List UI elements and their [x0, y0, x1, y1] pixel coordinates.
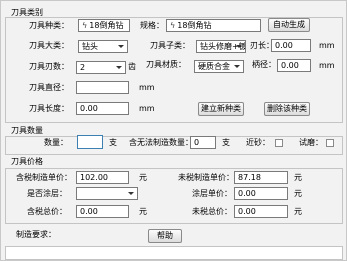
- untaxed-total-input[interactable]: 0.00: [234, 205, 288, 218]
- new-type-button[interactable]: 建立新种类: [198, 102, 244, 116]
- coating-select[interactable]: [76, 187, 138, 200]
- chevron-down-icon: [118, 45, 124, 48]
- auto-generate-button[interactable]: 自动生成: [268, 18, 310, 32]
- trial-label: 试磨：: [299, 138, 323, 147]
- major-class-select[interactable]: 钻头: [78, 40, 128, 53]
- length-unit: mm: [139, 104, 155, 113]
- bolt-icon: ϟ: [82, 21, 88, 30]
- taxed-total-currency: 元: [139, 207, 147, 216]
- diameter-unit: mm: [139, 83, 155, 92]
- chevron-down-icon: [234, 65, 240, 68]
- taxed-unit-price-input[interactable]: 102.00: [76, 171, 129, 184]
- bolt-icon: ϟ: [170, 21, 176, 30]
- tool-order-form: 刀具类别 刀具种类： ϟ 18倒角钻 规格： ϟ 18倒角钻 自动生成 刀具大类： …: [0, 0, 347, 261]
- coating-unit-price-label: 涂层单价：: [192, 189, 232, 198]
- coating-unit-price-currency: 元: [294, 189, 302, 198]
- quantity-input[interactable]: [77, 135, 103, 149]
- urgent-checkbox[interactable]: [275, 139, 283, 147]
- chevron-down-icon: [236, 45, 242, 48]
- spec-label: 规格：: [140, 21, 164, 30]
- major-class-value: 钻头: [82, 42, 98, 51]
- chevron-down-icon: [128, 192, 134, 195]
- blade-count-select[interactable]: 2: [76, 61, 126, 74]
- untaxed-unit-price-label: 未税制造单价：: [178, 173, 234, 182]
- delete-type-button[interactable]: 删除该种类: [264, 102, 310, 116]
- diameter-label: 刀具直径：: [29, 83, 69, 92]
- blade-count-unit: 齿: [128, 62, 136, 71]
- untaxed-unit-price-currency: 元: [294, 173, 302, 182]
- length-input[interactable]: 0.00: [76, 102, 129, 115]
- edge-length-unit: mm: [319, 41, 335, 50]
- blade-count-label: 刀具刃数：: [29, 62, 69, 71]
- handle-diameter-input[interactable]: 0.00: [277, 59, 311, 72]
- tool-type-value: 18倒角钻: [89, 21, 124, 30]
- unmade-quantity-unit: 支: [222, 138, 230, 147]
- material-value: 硬质合金: [198, 62, 230, 71]
- help-button[interactable]: 帮助: [148, 229, 182, 243]
- length-label: 刀具长度：: [29, 104, 69, 113]
- major-class-label: 刀具大类：: [29, 41, 69, 50]
- minor-class-select[interactable]: 钻头修磨+镀: [196, 40, 246, 53]
- spec-value: 18倒角钻: [177, 21, 212, 30]
- unmade-quantity-input[interactable]: 0: [190, 136, 216, 149]
- unmade-quantity-label: 含无法制造数量：: [129, 138, 193, 147]
- requirement-label: 制造要求：: [16, 230, 56, 239]
- chevron-down-icon: [116, 66, 122, 69]
- trial-checkbox[interactable]: [326, 139, 334, 147]
- handle-diameter-unit: mm: [319, 61, 335, 70]
- quantity-label: 数量：: [44, 138, 68, 147]
- taxed-total-label: 含税总价：: [27, 207, 67, 216]
- handle-diameter-label: 柄径：: [252, 60, 276, 69]
- blade-count-value: 2: [80, 63, 86, 72]
- quantity-unit: 支: [109, 138, 117, 147]
- material-select[interactable]: 硬质合金: [194, 60, 244, 73]
- coating-unit-price-input[interactable]: 0.00: [234, 187, 288, 200]
- taxed-unit-price-label: 含税制造单价：: [16, 173, 72, 182]
- tool-type-field[interactable]: ϟ 18倒角钻: [78, 19, 130, 32]
- coating-label: 是否涂层：: [27, 189, 67, 198]
- spec-field[interactable]: ϟ 18倒角钻: [166, 19, 261, 32]
- requirement-textarea[interactable]: [5, 246, 343, 260]
- tool-type-label: 刀具种类：: [29, 21, 69, 30]
- untaxed-unit-price-input[interactable]: 87.18: [234, 171, 288, 184]
- quantity-group-title: 刀具数量: [11, 126, 43, 135]
- taxed-unit-price-currency: 元: [139, 173, 147, 182]
- edge-length-input[interactable]: 0.00: [271, 39, 311, 52]
- price-group-title: 刀具价格: [11, 157, 43, 166]
- diameter-input[interactable]: [76, 81, 129, 94]
- untaxed-total-currency: 元: [294, 207, 302, 216]
- minor-class-label: 刀具子类：: [150, 41, 190, 50]
- urgent-label: 近砂：: [246, 138, 270, 147]
- material-label: 刀具材质：: [146, 60, 186, 69]
- taxed-total-input[interactable]: 0.00: [76, 205, 129, 218]
- untaxed-total-label: 未税总价：: [192, 207, 232, 216]
